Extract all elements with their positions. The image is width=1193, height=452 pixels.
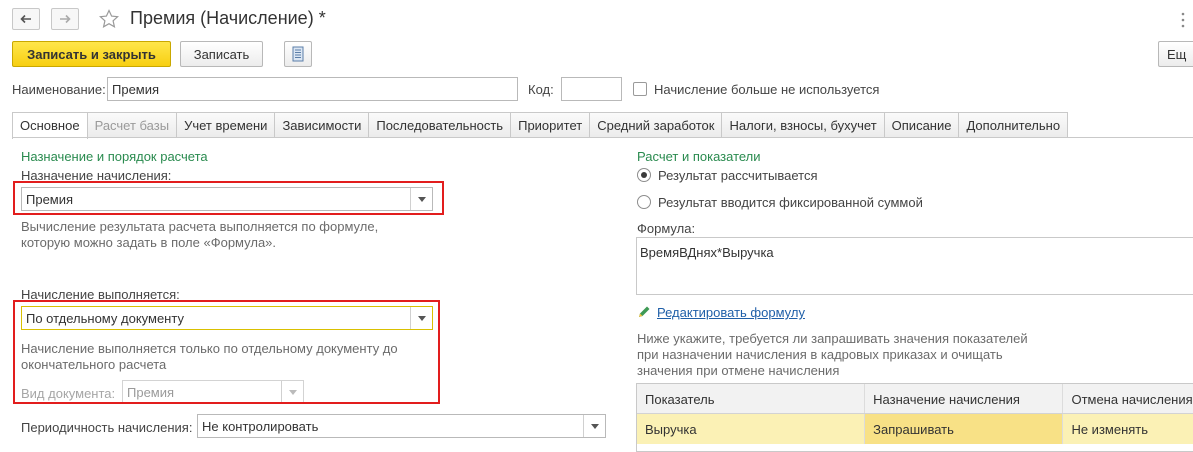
radio-result-fixed-label: Результат вводится фиксированной суммой (658, 195, 923, 210)
purpose-hint-line-1: Вычисление результата расчета выполняетс… (21, 219, 379, 234)
unused-checkbox[interactable] (633, 82, 647, 96)
radio-result-calculated[interactable] (637, 168, 651, 182)
column-header-assignment[interactable]: Назначение начисления (865, 384, 1064, 413)
periodicity-select[interactable]: Не контролировать (197, 414, 606, 438)
cell-assignment[interactable]: Запрашивать (865, 414, 1064, 444)
more-vertical-icon[interactable] (1178, 10, 1188, 30)
tab-bar: Основное Расчет базы Учет времени Зависи… (12, 112, 1069, 139)
indicators-hint-line-2: при назначении начисления в кадровых при… (637, 347, 1003, 362)
arrow-right-icon (60, 14, 71, 24)
tab-average-earnings[interactable]: Средний заработок (589, 112, 723, 138)
report-button[interactable] (284, 41, 312, 67)
formula-label: Формула: (637, 221, 696, 236)
arrow-left-icon (20, 14, 31, 24)
name-input[interactable]: Премия (107, 77, 518, 101)
periodicity-select-value: Не контролировать (202, 419, 319, 434)
periodicity-dropdown-arrow[interactable] (583, 415, 605, 437)
code-input[interactable] (561, 77, 622, 101)
forward-button[interactable] (51, 8, 79, 30)
favorite-star-icon[interactable] (98, 8, 120, 30)
code-label: Код: (528, 82, 554, 97)
radio-result-fixed[interactable] (637, 195, 651, 209)
tab-description[interactable]: Описание (883, 112, 960, 138)
chevron-down-icon (590, 423, 599, 429)
formula-textarea[interactable]: ВремяВДнях*Выручка (636, 237, 1193, 295)
column-header-indicator[interactable]: Показатель (637, 384, 866, 413)
column-header-cancellation[interactable]: Отмена начисления (1063, 384, 1193, 413)
cell-cancellation[interactable]: Не изменять (1063, 414, 1193, 444)
tab-taxes[interactable]: Налоги, взносы, бухучет (721, 112, 885, 138)
save-and-close-button[interactable]: Записать и закрыть (12, 41, 171, 67)
indicators-hint-line-1: Ниже укажите, требуется ли запрашивать з… (637, 331, 1028, 346)
tab-additional[interactable]: Дополнительно (958, 112, 1069, 138)
tab-main[interactable]: Основное (12, 112, 88, 139)
document-list-icon (292, 46, 304, 62)
save-button[interactable]: Записать (180, 41, 263, 67)
table-header: Показатель Назначение начисления Отмена … (637, 384, 1193, 414)
tab-dependencies[interactable]: Зависимости (274, 112, 370, 138)
purpose-hint-line-2: которую можно задать в поле «Формула». (21, 235, 277, 250)
back-button[interactable] (12, 8, 40, 30)
highlight-execution (13, 300, 440, 404)
periodicity-label: Периодичность начисления: (21, 420, 193, 435)
right-section-title: Расчет и показатели (637, 149, 761, 164)
name-label: Наименование: (12, 82, 106, 97)
tab-base-calculation[interactable]: Расчет базы (86, 112, 178, 138)
more-actions-button[interactable]: Ещ (1158, 41, 1193, 67)
indicators-table: Показатель Назначение начисления Отмена … (636, 383, 1193, 452)
edit-formula-link[interactable]: Редактировать формулу (657, 305, 805, 320)
highlight-purpose (13, 181, 444, 215)
tab-priority[interactable]: Приоритет (510, 112, 591, 138)
tab-sequence[interactable]: Последовательность (368, 112, 512, 138)
pencil-icon (639, 306, 650, 317)
left-section-title: Назначение и порядок расчета (21, 149, 208, 164)
window-title: Премия (Начисление) * (130, 8, 326, 28)
tab-time-accounting[interactable]: Учет времени (176, 112, 276, 138)
tab-divider (12, 137, 1193, 138)
table-row[interactable]: Выручка Запрашивать Не изменять (637, 414, 1193, 444)
unused-label: Начисление больше не используется (654, 82, 880, 97)
radio-result-calculated-label: Результат рассчитывается (658, 168, 818, 183)
indicators-hint-line-3: значения при отмене начисления (637, 363, 840, 378)
cell-indicator[interactable]: Выручка (637, 414, 866, 444)
